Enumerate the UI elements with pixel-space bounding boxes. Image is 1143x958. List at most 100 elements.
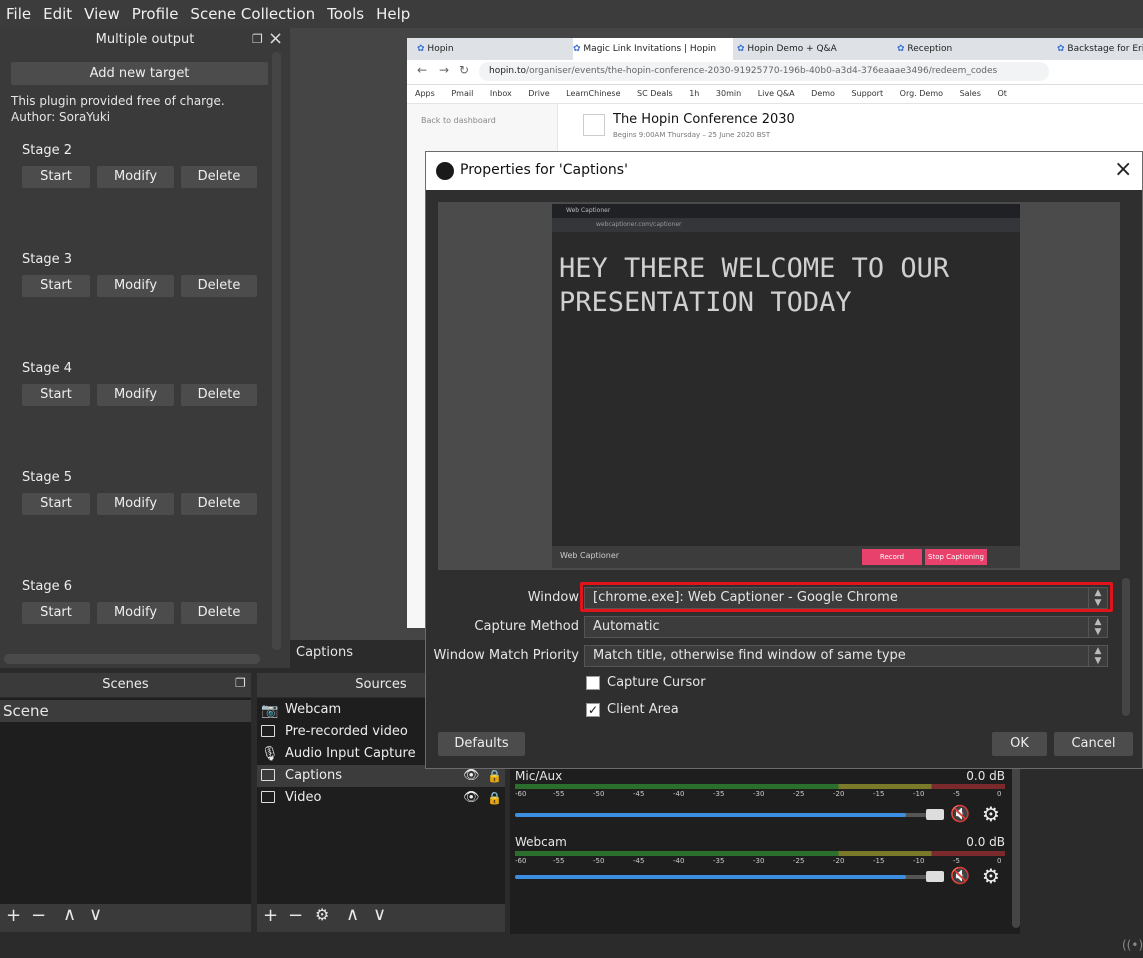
browser-tab[interactable]: ✿ Backstage for Erin — [1057, 38, 1143, 60]
volume-slider-handle[interactable] — [926, 809, 944, 820]
muted-speaker-icon[interactable]: 🔇 — [950, 804, 970, 823]
visibility-eye-icon[interactable]: 👁 — [463, 787, 480, 809]
current-source-label: Captions — [296, 645, 353, 660]
scenes-toolbar: + − ∧ ∨ — [0, 904, 251, 932]
stage-label: Stage 5 — [22, 470, 72, 485]
stage-delete-button[interactable]: Delete — [181, 166, 257, 188]
dialog-scrollbar[interactable] — [1122, 578, 1130, 716]
stage-modify-button[interactable]: Modify — [97, 275, 174, 297]
close-dock-icon[interactable]: × — [268, 28, 283, 49]
menu-help[interactable]: Help — [370, 5, 416, 23]
source-properties-gear-icon[interactable]: ⚙ — [315, 905, 329, 924]
bookmark[interactable]: Pmail — [451, 89, 473, 98]
stream-status-icon: ((•)) — [1122, 938, 1143, 952]
url-field[interactable]: hopin.to/organiser/events/the-hopin-conf… — [479, 62, 1049, 81]
add-new-target-button[interactable]: Add new target — [11, 62, 268, 85]
client-area-checkbox[interactable]: ✓ — [586, 703, 600, 717]
close-icon[interactable]: × — [1114, 157, 1132, 182]
window-match-priority-select[interactable]: Match title, otherwise find window of sa… — [584, 645, 1108, 667]
plugin-note: This plugin provided free of charge. — [11, 94, 225, 108]
chevron-updown-icon: ▲ ▼ — [1088, 617, 1107, 637]
back-icon[interactable]: ← — [417, 63, 427, 77]
ok-button[interactable]: OK — [992, 732, 1047, 756]
menu-tools[interactable]: Tools — [321, 5, 370, 23]
browser-tab[interactable]: ✿ Reception — [897, 38, 1047, 60]
menu-profile[interactable]: Profile — [126, 5, 185, 23]
stage-start-button[interactable]: Start — [22, 493, 90, 515]
stage-modify-button[interactable]: Modify — [97, 166, 174, 188]
scene-item[interactable]: Scene — [0, 700, 251, 722]
stage-start-button[interactable]: Start — [22, 275, 90, 297]
move-down-icon[interactable]: ∨ — [89, 904, 102, 925]
stage-modify-button[interactable]: Modify — [97, 493, 174, 515]
bookmark[interactable]: Sales — [960, 89, 981, 98]
bookmark[interactable]: Ot — [997, 89, 1006, 98]
menu-scene-collection[interactable]: Scene Collection — [184, 5, 321, 23]
mixer-scrollbar[interactable] — [1012, 764, 1020, 928]
chevron-updown-icon: ▲ ▼ — [1088, 646, 1107, 666]
source-item[interactable]: Video 👁 🔒 — [257, 787, 505, 809]
stage-start-button[interactable]: Start — [22, 384, 90, 406]
menu-view[interactable]: View — [78, 5, 126, 23]
remove-source-icon[interactable]: − — [288, 905, 303, 926]
lock-icon[interactable]: 🔒 — [487, 787, 502, 809]
mixer-channel-db: 0.0 dB — [966, 769, 1005, 783]
stage-start-button[interactable]: Start — [22, 602, 90, 624]
volume-slider-handle[interactable] — [926, 871, 944, 882]
bookmark[interactable]: Live Q&A — [758, 89, 795, 98]
priority-value: Match title, otherwise find window of sa… — [593, 648, 906, 663]
menu-file[interactable]: File — [0, 5, 37, 23]
bookmark[interactable]: Org. Demo — [900, 89, 943, 98]
bookmark[interactable]: Demo — [811, 89, 835, 98]
move-up-icon[interactable]: ∧ — [63, 904, 76, 925]
volume-slider-track[interactable] — [515, 875, 935, 879]
browser-tab-strip: ✿ Hopin ✿ Magic Link Invitations | Hopin… — [407, 38, 1143, 60]
channel-settings-gear-icon[interactable]: ⚙ — [982, 864, 1000, 888]
volume-slider-track[interactable] — [515, 813, 935, 817]
mixer-channel-name: Mic/Aux — [515, 769, 563, 783]
stage-delete-button[interactable]: Delete — [181, 493, 257, 515]
cancel-button[interactable]: Cancel — [1054, 732, 1133, 756]
menu-edit[interactable]: Edit — [37, 5, 78, 23]
stage-delete-button[interactable]: Delete — [181, 384, 257, 406]
window-match-priority-label: Window Match Priority — [433, 648, 579, 663]
vertical-scrollbar[interactable] — [272, 52, 281, 650]
bookmark[interactable]: 30min — [716, 89, 741, 98]
add-scene-icon[interactable]: + — [6, 905, 21, 926]
defaults-button[interactable]: Defaults — [438, 732, 525, 756]
float-dock-icon[interactable]: ❐ — [252, 32, 263, 46]
bookmark[interactable]: Support — [851, 89, 883, 98]
stage-delete-button[interactable]: Delete — [181, 602, 257, 624]
back-to-dashboard-link[interactable]: Back to dashboard — [421, 116, 496, 125]
float-dock-icon[interactable]: ❐ — [235, 676, 246, 690]
channel-settings-gear-icon[interactable]: ⚙ — [982, 802, 1000, 826]
bookmark[interactable]: Drive — [528, 89, 549, 98]
bookmark[interactable]: SC Deals — [637, 89, 673, 98]
bookmark[interactable]: Apps — [415, 89, 435, 98]
caption-line: HEY THERE WELCOME TO OUR — [559, 253, 950, 284]
remove-scene-icon[interactable]: − — [31, 905, 46, 926]
capture-method-select[interactable]: Automatic ▲ ▼ — [584, 616, 1108, 638]
stop-captioning-button: Stop Captioning — [925, 549, 987, 565]
stage-modify-button[interactable]: Modify — [97, 384, 174, 406]
browser-tab[interactable]: ✿ Hopin Demo + Q&A — [737, 38, 887, 60]
browser-tab[interactable]: ✿ Hopin — [417, 38, 567, 60]
bookmark[interactable]: LearnChinese — [566, 89, 620, 98]
bookmark[interactable]: 1h — [689, 89, 699, 98]
horizontal-scrollbar[interactable] — [4, 654, 260, 664]
move-up-icon[interactable]: ∧ — [346, 904, 359, 925]
plugin-author: Author: SoraYuki — [11, 110, 111, 124]
stage-start-button[interactable]: Start — [22, 166, 90, 188]
stage-modify-button[interactable]: Modify — [97, 602, 174, 624]
add-source-icon[interactable]: + — [263, 905, 278, 926]
muted-speaker-icon[interactable]: 🔇 — [950, 866, 970, 885]
capture-cursor-checkbox[interactable] — [586, 676, 600, 690]
bookmark[interactable]: Inbox — [490, 89, 512, 98]
window-icon — [261, 769, 275, 781]
reload-icon[interactable]: ↻ — [459, 63, 469, 77]
volume-slider-fill — [515, 875, 906, 879]
move-down-icon[interactable]: ∨ — [373, 904, 386, 925]
stage-delete-button[interactable]: Delete — [181, 275, 257, 297]
forward-icon[interactable]: → — [439, 63, 449, 77]
browser-tab-active[interactable]: ✿ Magic Link Invitations | Hopin — [573, 38, 733, 60]
